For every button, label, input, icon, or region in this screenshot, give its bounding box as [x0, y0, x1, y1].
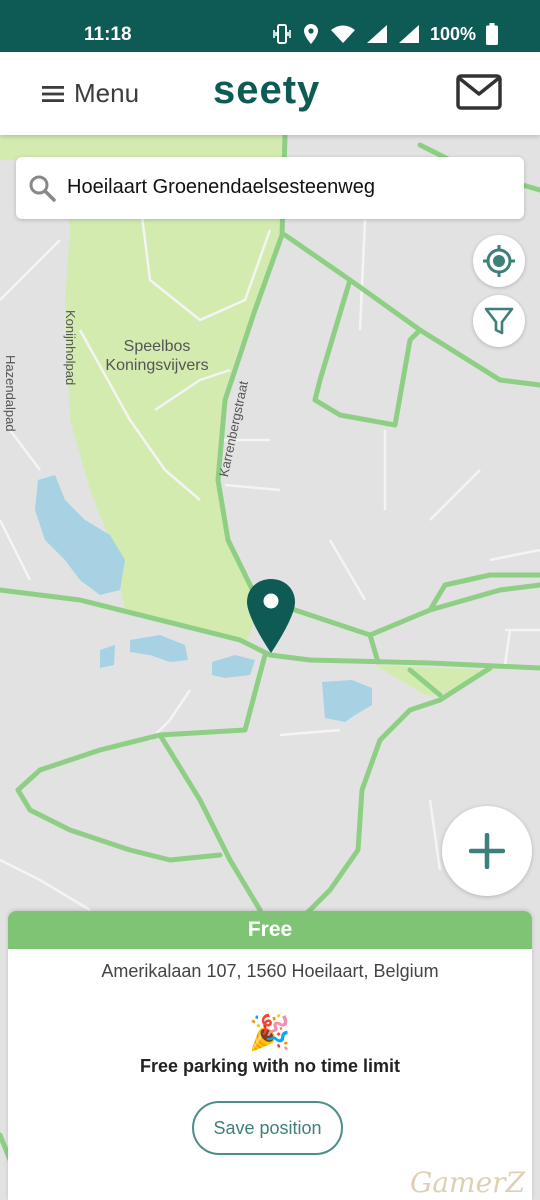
battery-icon — [486, 23, 498, 45]
search-input[interactable]: Hoeilaart Groenendaelsesteenweg — [67, 176, 375, 199]
app-bar: Menu seety — [0, 52, 540, 135]
watermark: GamerZ — [410, 1166, 526, 1199]
parking-status-badge: Free — [8, 911, 532, 949]
status-time: 11:18 — [84, 24, 132, 45]
menu-label: Menu — [74, 78, 140, 108]
map-label-park: Speelbos Koningsvijvers — [105, 338, 209, 374]
filter-button[interactable] — [473, 295, 525, 347]
parking-info-card: Free Amerikalaan 107, 1560 Hoeilaart, Be… — [8, 911, 532, 1200]
save-position-button[interactable]: Save position — [192, 1101, 343, 1155]
locate-icon — [483, 245, 515, 277]
search-bar[interactable]: Hoeilaart Groenendaelsesteenweg — [16, 157, 524, 219]
party-popper-icon: 🎉 — [248, 1014, 292, 1052]
mail-icon[interactable] — [456, 74, 502, 110]
status-icons: 100% — [272, 23, 498, 45]
battery-percent: 100% — [429, 23, 476, 44]
add-button[interactable] — [442, 806, 532, 896]
map-pin-icon[interactable] — [246, 578, 296, 654]
hamburger-icon — [42, 85, 64, 102]
signal-icon — [366, 25, 387, 43]
parking-address: Amerikalaan 107, 1560 Hoeilaart, Belgium — [101, 961, 439, 981]
signal-icon — [398, 25, 419, 43]
status-bar: 11:18 100% — [0, 0, 540, 52]
menu-button[interactable]: Menu — [42, 78, 139, 109]
parking-description: Free parking with no time limit — [139, 1056, 401, 1076]
vibrate-icon — [273, 24, 291, 44]
map-label-konijnholpad: Konijnholpad — [63, 310, 78, 386]
map-label-hazendalpad: Hazendalpad — [3, 355, 18, 432]
app-logo: seety — [213, 68, 321, 112]
filter-icon — [484, 307, 514, 335]
locate-button[interactable] — [473, 235, 525, 287]
location-icon — [303, 24, 318, 44]
plus-icon — [469, 833, 505, 869]
search-icon — [29, 175, 56, 202]
wifi-icon — [330, 25, 355, 43]
